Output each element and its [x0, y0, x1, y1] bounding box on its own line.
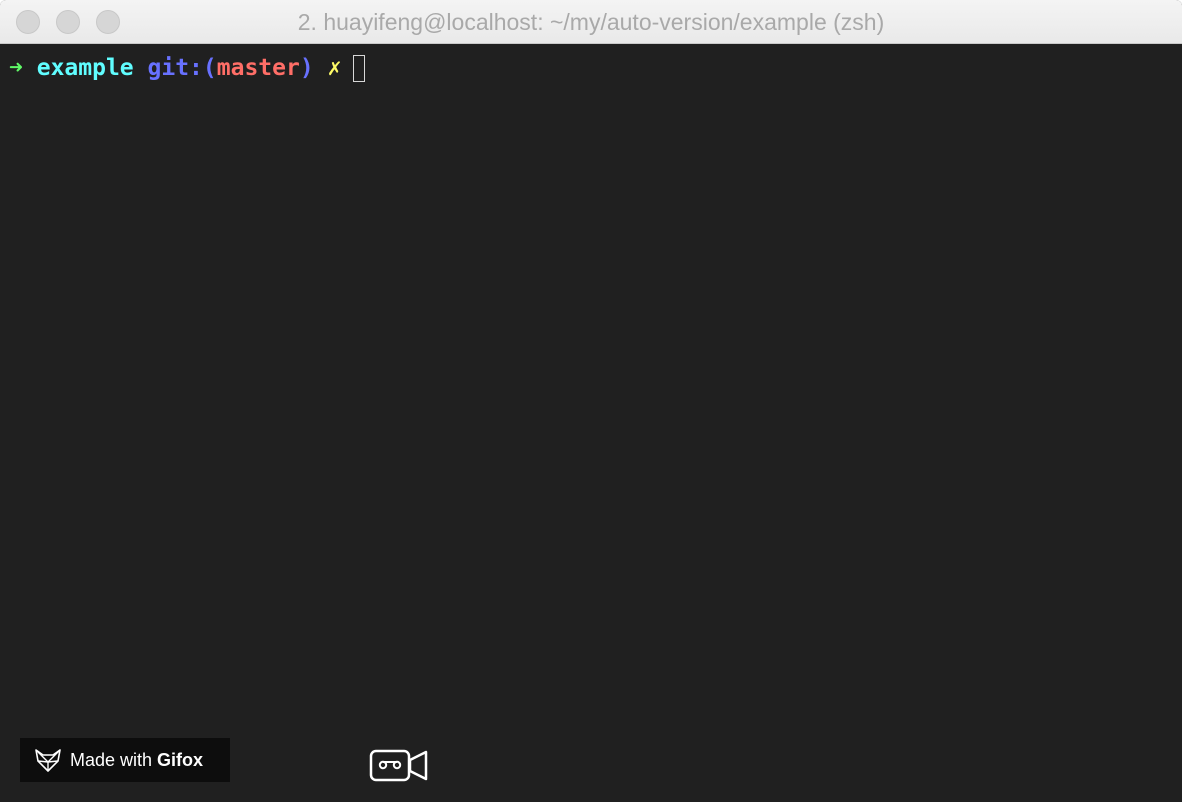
prompt-arrow-icon: ➜ [9, 55, 23, 81]
current-directory: example [36, 55, 134, 81]
text-cursor[interactable] [353, 54, 366, 82]
terminal-content[interactable]: ➜ example git:(master) ✗ Made with Gifox [0, 45, 1182, 802]
title-bar[interactable]: 2. huayifeng@localhost: ~/my/auto-versio… [0, 0, 1182, 44]
dirty-marker-icon: ✗ [327, 55, 342, 81]
git-branch: master [216, 55, 300, 81]
terminal-window: 2. huayifeng@localhost: ~/my/auto-versio… [0, 0, 1182, 802]
watermark-brand: Gifox [157, 749, 204, 770]
shell-prompt: ➜ example git:(master) ✗ [9, 53, 366, 83]
git-suffix: ) [299, 55, 314, 81]
watermark-text: Made with [70, 749, 153, 770]
video-camera-icon [369, 749, 428, 782]
window-title: 2. huayifeng@localhost: ~/my/auto-versio… [297, 9, 885, 35]
gifox-watermark: Made with Gifox [20, 738, 230, 782]
fox-head-icon [35, 749, 61, 772]
git-prefix: git:( [147, 55, 217, 81]
